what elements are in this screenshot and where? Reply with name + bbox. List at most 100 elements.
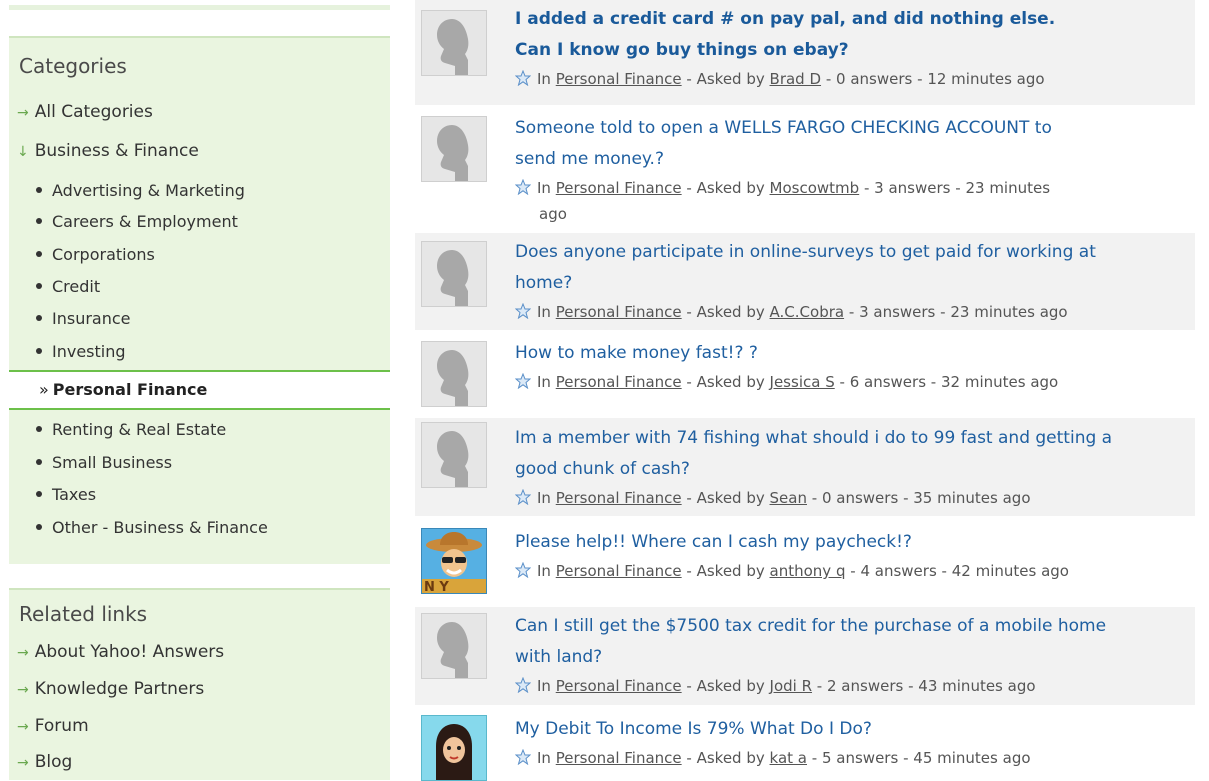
avatar[interactable] — [421, 341, 487, 407]
question-meta: In Personal Finance - Asked by Brad D - … — [515, 66, 1185, 92]
bullet-icon — [36, 314, 42, 321]
user-link[interactable]: Sean — [770, 489, 807, 507]
avatar[interactable]: N Y — [421, 528, 487, 594]
sidebar: Categories → All Categories ↓ Business & F… — [9, 0, 390, 780]
user-link[interactable]: Moscowtmb — [770, 179, 860, 197]
question-title-link[interactable]: Can I still get the $7500 tax credit for… — [515, 611, 1185, 673]
question-title-link[interactable]: How to make money fast!? ? — [515, 338, 1185, 369]
bullet-icon — [36, 425, 42, 432]
user-link[interactable]: Jessica S — [770, 373, 835, 391]
related-links-title: Related links — [19, 602, 148, 626]
bullet-icon — [36, 217, 42, 224]
sidebar-subitem[interactable]: Other - Business & Finance — [36, 518, 268, 537]
related-link[interactable]: → Forum — [17, 716, 89, 736]
question-meta: In Personal Finance - Asked by Sean - 0 … — [515, 485, 1185, 511]
selected-category-label: » Personal Finance — [39, 380, 208, 399]
bullet-icon — [36, 186, 42, 193]
category-link[interactable]: Personal Finance — [556, 179, 682, 197]
star-icon[interactable] — [515, 70, 531, 86]
sidebar-item-all-categories[interactable]: → All Categories — [17, 102, 153, 122]
cowboy-avatar-icon: N Y — [422, 529, 486, 593]
star-icon[interactable] — [515, 373, 531, 389]
star-icon[interactable] — [515, 749, 531, 765]
avatar[interactable] — [421, 715, 487, 781]
category-link[interactable]: Personal Finance — [556, 373, 682, 391]
sidebar-subitem[interactable]: Investing — [36, 342, 126, 361]
default-avatar-icon — [422, 11, 486, 75]
arrow-right-icon: → — [17, 645, 29, 661]
question-row: Someone told to open a WELLS FARGO CHECK… — [415, 110, 1195, 230]
question-title-link[interactable]: Someone told to open a WELLS FARGO CHECK… — [515, 113, 1185, 175]
question-row: I added a credit card # on pay pal, and … — [415, 0, 1195, 105]
svg-text:N Y: N Y — [424, 580, 449, 593]
sidebar-subitem[interactable]: Insurance — [36, 309, 131, 328]
question-row: Does anyone participate in online-survey… — [415, 233, 1195, 330]
category-link[interactable]: Personal Finance — [556, 749, 682, 767]
category-link[interactable]: Personal Finance — [556, 677, 682, 695]
question-title-link[interactable]: I added a credit card # on pay pal, and … — [515, 4, 1185, 66]
question-text: How to make money fast!? ? In Personal F… — [515, 338, 1185, 395]
star-icon[interactable] — [515, 677, 531, 693]
default-avatar-icon — [422, 342, 486, 406]
related-link[interactable]: → Blog — [17, 752, 72, 772]
star-icon[interactable] — [515, 562, 531, 578]
star-icon[interactable] — [515, 179, 531, 195]
category-link[interactable]: Personal Finance — [556, 303, 682, 321]
avatar[interactable] — [421, 613, 487, 679]
avatar[interactable] — [421, 422, 487, 488]
categories-title: Categories — [19, 54, 127, 78]
category-link[interactable]: Personal Finance — [556, 70, 682, 88]
question-text: My Debit To Income Is 79% What Do I Do? … — [515, 714, 1185, 771]
sidebar-top-strip — [9, 5, 390, 10]
category-link[interactable]: Personal Finance — [556, 562, 682, 580]
question-title-link[interactable]: My Debit To Income Is 79% What Do I Do? — [515, 714, 1185, 745]
star-icon[interactable] — [515, 489, 531, 505]
sidebar-item-business-finance[interactable]: ↓ Business & Finance — [17, 141, 199, 161]
user-link[interactable]: anthony q — [770, 562, 846, 580]
double-chevron-icon: » — [39, 380, 49, 399]
question-title-link[interactable]: Please help!! Where can I cash my payche… — [515, 527, 1185, 558]
sidebar-subitem[interactable]: Renting & Real Estate — [36, 420, 226, 439]
question-meta: In Personal Finance - Asked by A.C.Cobra… — [515, 299, 1185, 325]
arrow-right-icon: → — [17, 719, 29, 735]
categories-panel: Categories → All Categories ↓ Business & F… — [9, 36, 390, 564]
question-title-link[interactable]: Im a member with 74 fishing what should … — [515, 423, 1185, 485]
bullet-icon — [36, 282, 42, 289]
question-meta: In Personal Finance - Asked by Moscowtmb… — [515, 175, 1185, 227]
sidebar-subitem[interactable]: Taxes — [36, 485, 96, 504]
bullet-icon — [36, 250, 42, 257]
category-link[interactable]: Personal Finance — [556, 489, 682, 507]
question-text: Please help!! Where can I cash my payche… — [515, 527, 1185, 584]
related-link[interactable]: → Knowledge Partners — [17, 679, 204, 699]
question-meta: In Personal Finance - Asked by Jessica S… — [515, 369, 1185, 395]
related-link[interactable]: → About Yahoo! Answers — [17, 642, 224, 662]
default-avatar-icon — [422, 423, 486, 487]
arrow-right-icon: → — [17, 105, 29, 121]
question-text: Im a member with 74 fishing what should … — [515, 423, 1185, 511]
avatar[interactable] — [421, 10, 487, 76]
question-text: Someone told to open a WELLS FARGO CHECK… — [515, 113, 1185, 227]
user-link[interactable]: Jodi R — [770, 677, 812, 695]
question-meta: In Personal Finance - Asked by anthony q… — [515, 558, 1185, 584]
star-icon[interactable] — [515, 303, 531, 319]
user-link[interactable]: kat a — [770, 749, 807, 767]
question-title-link[interactable]: Does anyone participate in online-survey… — [515, 237, 1185, 299]
bullet-icon — [36, 458, 42, 465]
bullet-icon — [36, 523, 42, 530]
related-links-panel: Related links → About Yahoo! Answers → Kno… — [9, 588, 390, 780]
sidebar-subitem[interactable]: Corporations — [36, 245, 155, 264]
sidebar-subitem[interactable]: Advertising & Marketing — [36, 181, 245, 200]
sidebar-subitem[interactable]: Credit — [36, 277, 100, 296]
question-row: How to make money fast!? ? In Personal F… — [415, 335, 1195, 407]
default-avatar-icon — [422, 242, 486, 306]
default-avatar-icon — [422, 117, 486, 181]
avatar[interactable] — [421, 241, 487, 307]
question-meta: In Personal Finance - Asked by Jodi R - … — [515, 673, 1185, 699]
user-link[interactable]: A.C.Cobra — [770, 303, 845, 321]
girl-avatar-icon — [422, 716, 486, 780]
user-link[interactable]: Brad D — [770, 70, 822, 88]
sidebar-item-selected[interactable]: » Personal Finance — [9, 370, 390, 410]
avatar[interactable] — [421, 116, 487, 182]
sidebar-subitem[interactable]: Small Business — [36, 453, 172, 472]
sidebar-subitem[interactable]: Careers & Employment — [36, 212, 238, 231]
